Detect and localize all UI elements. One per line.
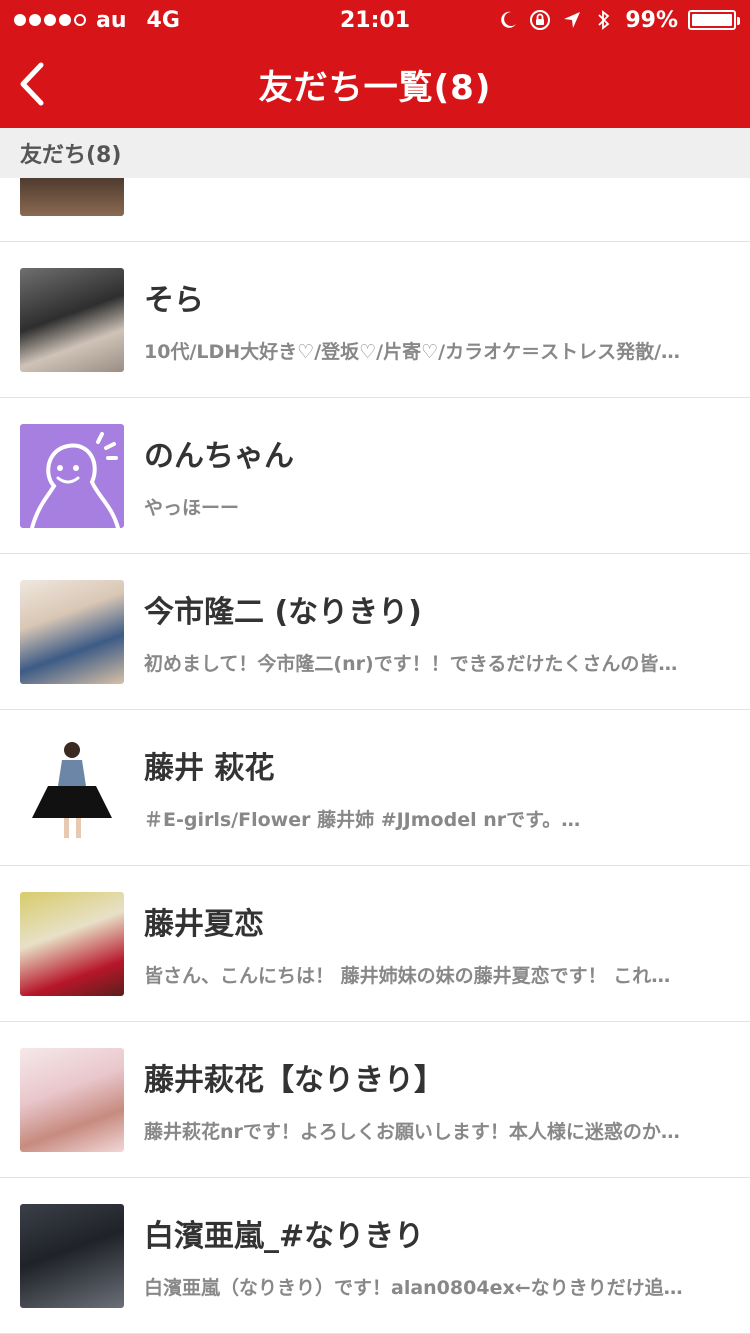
friend-status: 藤井萩花nrです！よろしくお願いします！本人様に迷惑のか… xyxy=(144,1121,680,1143)
friend-name: そら xyxy=(144,283,204,318)
friend-status: 白濱亜嵐（なりきり）です！alan0804ex←なりきりだけ追… xyxy=(144,1277,683,1299)
list-item[interactable]: そら 10代/LDH大好き♡/登坂♡/片寄♡/カラオケ＝ストレス発散/… xyxy=(0,242,750,398)
avatar xyxy=(20,1203,124,1308)
friend-name: 藤井夏恋 xyxy=(144,907,264,942)
bluetooth-icon xyxy=(593,9,615,31)
avatar xyxy=(20,267,124,372)
friend-status: 初めまして！今市隆二(nr)です！！できるだけたくさんの皆… xyxy=(144,653,678,675)
friends-list: そら 10代/LDH大好き♡/登坂♡/片寄♡/カラオケ＝ストレス発散/… のんち… xyxy=(0,178,750,1334)
avatar xyxy=(20,1047,124,1152)
friend-name: 今市隆二 (なりきり) xyxy=(144,595,422,630)
avatar xyxy=(20,178,124,216)
back-button[interactable] xyxy=(12,60,52,108)
friend-status: 10代/LDH大好き♡/登坂♡/片寄♡/カラオケ＝ストレス発散/… xyxy=(144,341,681,363)
list-item[interactable]: 藤井夏恋 皆さん、こんにちは！ 藤井姉妹の妹の藤井夏恋です！ これ… xyxy=(0,866,750,1022)
rotation-lock-icon xyxy=(529,9,551,31)
page-title: 友だち一覧(8) xyxy=(258,67,492,108)
friend-status: 皆さん、こんにちは！ 藤井姉妹の妹の藤井夏恋です！ これ… xyxy=(144,965,671,987)
location-arrow-icon xyxy=(561,9,583,31)
list-item[interactable]: 藤井萩花【なりきり】 藤井萩花nrです！よろしくお願いします！本人様に迷惑のか… xyxy=(0,1022,750,1178)
list-item[interactable]: 藤井 萩花 ＃E-girls/Flower 藤井姉 #JJmodel nrです。… xyxy=(0,710,750,866)
friend-name: 藤井萩花【なりきり】 xyxy=(144,1063,444,1098)
person-photo-icon xyxy=(32,741,112,838)
signal-strength-icon xyxy=(14,14,86,26)
avatar xyxy=(20,423,124,528)
network-label: 4G xyxy=(146,7,180,33)
friend-name: のんちゃん xyxy=(144,439,294,474)
navigation-bar: 友だち一覧(8) xyxy=(0,40,750,128)
avatar xyxy=(20,735,124,840)
battery-fill xyxy=(692,14,732,26)
friend-status: やっほーー xyxy=(144,497,240,519)
section-header: 友だち(8) xyxy=(0,128,750,178)
list-item[interactable] xyxy=(0,178,750,242)
friend-status: ＃E-girls/Flower 藤井姉 #JJmodel nrです。… xyxy=(144,809,581,831)
friend-name: 藤井 萩花 xyxy=(144,751,275,786)
battery-percent: 99% xyxy=(625,7,678,33)
list-item[interactable]: 白濱亜嵐_#なりきり 白濱亜嵐（なりきり）です！alan0804ex←なりきりだ… xyxy=(0,1178,750,1334)
chevron-left-icon xyxy=(20,62,44,106)
battery-icon xyxy=(688,10,740,30)
carrier-label: au xyxy=(96,7,127,33)
list-item[interactable]: 今市隆二 (なりきり) 初めまして！今市隆二(nr)です！！できるだけたくさんの… xyxy=(0,554,750,710)
list-item[interactable]: のんちゃん やっほーー xyxy=(0,398,750,554)
avatar xyxy=(20,579,124,684)
avatar xyxy=(20,891,124,996)
status-bar: au 4G 21:01 99% xyxy=(0,0,750,40)
friend-name: 白濱亜嵐_#なりきり xyxy=(144,1219,425,1254)
app-header: au 4G 21:01 99% 友だち一覧(8) xyxy=(0,0,750,128)
moon-icon xyxy=(497,9,519,31)
default-avatar-icon xyxy=(30,431,120,528)
